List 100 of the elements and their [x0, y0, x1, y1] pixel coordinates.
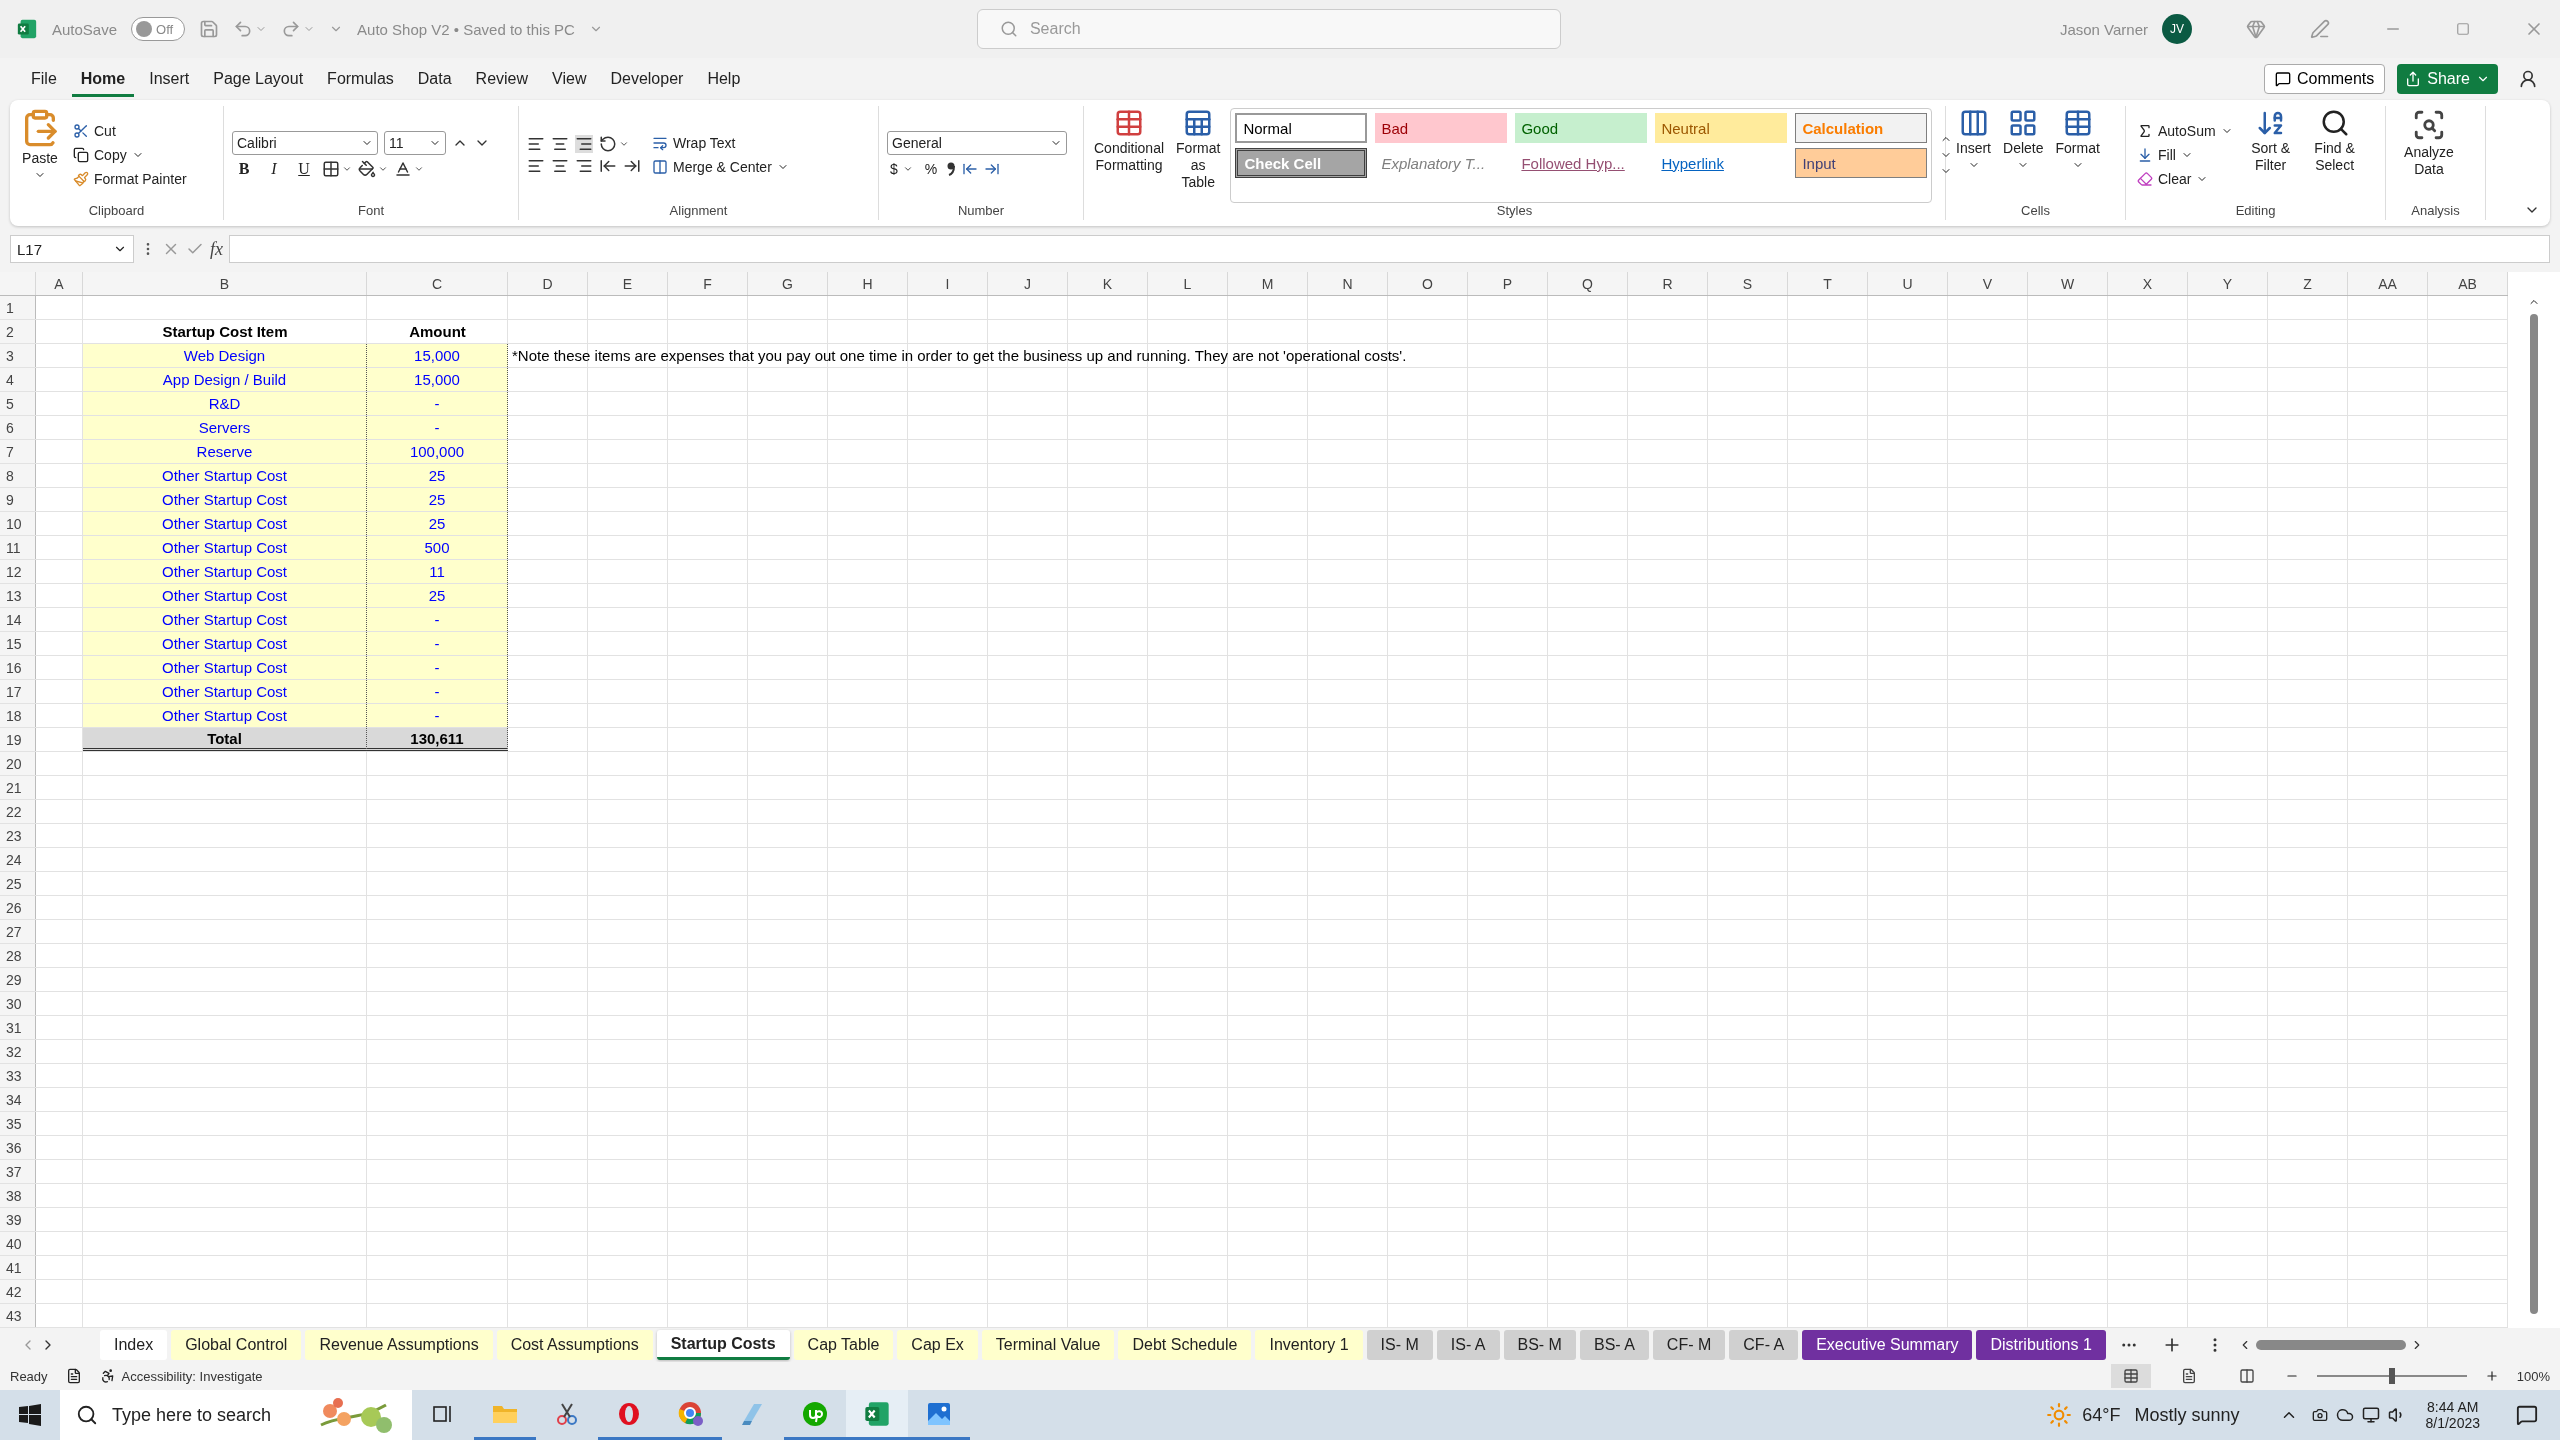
column-header[interactable]: E	[588, 272, 668, 295]
sheet-tab[interactable]: Debt Schedule	[1118, 1330, 1252, 1360]
ribbon-tab[interactable]: Insert	[140, 61, 199, 97]
clock[interactable]: 8:44 AM 8/1/2023	[2405, 1399, 2500, 1431]
column-header[interactable]: G	[748, 272, 828, 295]
zoom-slider-thumb[interactable]	[2388, 1368, 2395, 1384]
sheet-tab[interactable]: Distributions 1	[1976, 1330, 2106, 1360]
sheet-tab[interactable]: BS- M	[1503, 1330, 1576, 1360]
bold-button[interactable]: B	[232, 158, 256, 179]
sheet-tab[interactable]: Cost Assumptions	[496, 1330, 653, 1360]
number-format-dropdown[interactable]: General	[887, 130, 1067, 155]
column-header[interactable]: Q	[1548, 272, 1628, 295]
sheet-tab[interactable]: CF- A	[1729, 1330, 1799, 1360]
cells-button[interactable]: Format	[2053, 106, 2102, 203]
column-header[interactable]: H	[828, 272, 908, 295]
ribbon-tab[interactable]: Formulas	[318, 61, 403, 97]
copy-button[interactable]: Copy	[70, 144, 190, 165]
person-icon[interactable]	[2518, 69, 2538, 89]
cell-style-option[interactable]: Good	[1515, 113, 1648, 143]
windows-logo-icon[interactable]	[19, 1404, 41, 1426]
ribbon-tab[interactable]: View	[543, 61, 596, 97]
column-header[interactable]: N	[1308, 272, 1388, 295]
cell-style-option[interactable]: Input	[1795, 148, 1928, 178]
column-header[interactable]: W	[2028, 272, 2108, 295]
cells-button[interactable]: Delete	[2001, 106, 2046, 203]
format-painter-button[interactable]: Format Painter	[70, 168, 190, 189]
fill-color-icon[interactable]	[358, 159, 376, 178]
zoom-level[interactable]: 100%	[2516, 1368, 2550, 1384]
vertical-scrollbar[interactable]	[2530, 314, 2538, 1314]
percent-button[interactable]: %	[921, 158, 941, 179]
column-header[interactable]: U	[1868, 272, 1948, 295]
column-header[interactable]: T	[1788, 272, 1868, 295]
insert-function-button[interactable]: fx	[210, 238, 223, 260]
name-box[interactable]: L17	[10, 235, 134, 263]
column-header[interactable]: M	[1228, 272, 1308, 295]
wrap-text-button[interactable]: Wrap Text	[649, 132, 792, 153]
sheet-tab[interactable]: Revenue Assumptions	[305, 1330, 493, 1360]
ribbon-tab[interactable]: Home	[71, 61, 135, 97]
column-header[interactable]: V	[1948, 272, 2028, 295]
sheet-tab[interactable]: IS- M	[1366, 1330, 1433, 1360]
format-as-table-button[interactable]: Format as Table	[1174, 106, 1223, 203]
ribbon-tab[interactable]: Review	[466, 61, 538, 97]
column-header[interactable]: P	[1468, 272, 1548, 295]
notifications-icon[interactable]	[2516, 1404, 2538, 1426]
merge-center-button[interactable]: Merge & Center	[649, 156, 792, 177]
autosave-toggle[interactable]: Off	[131, 17, 186, 41]
sheet-tab[interactable]: Global Control	[171, 1330, 302, 1360]
ribbon-tab[interactable]: Help	[698, 61, 750, 97]
ribbon-tab[interactable]: File	[22, 61, 66, 97]
sheet-tab[interactable]: Startup Costs	[656, 1330, 790, 1360]
camera-icon[interactable]	[2311, 1407, 2328, 1423]
borders-icon[interactable]	[322, 159, 340, 178]
formula-input-field[interactable]	[229, 235, 2550, 263]
sheet-tab[interactable]: Executive Summary	[1802, 1330, 1973, 1360]
accessibility-status[interactable]: Accessibility: Investigate	[121, 1368, 263, 1384]
column-header[interactable]: D	[508, 272, 588, 295]
sheet-tab[interactable]: Inventory 1	[1255, 1330, 1363, 1360]
orientation-icon[interactable]	[599, 134, 617, 153]
sheet-tab[interactable]: IS- A	[1436, 1330, 1500, 1360]
column-header[interactable]: C	[367, 272, 508, 295]
font-size-dropdown[interactable]: 11	[384, 130, 446, 155]
taskbar-search-field[interactable]: Type here to search	[60, 1390, 412, 1440]
share-button[interactable]: Share	[2397, 64, 2498, 94]
cells-button[interactable]: Insert	[1954, 106, 1993, 203]
column-header[interactable]: S	[1708, 272, 1788, 295]
view-button[interactable]	[2110, 1364, 2151, 1388]
column-header[interactable]: A	[36, 272, 83, 295]
find-select-button[interactable]: Find & Select	[2305, 106, 2364, 203]
cut-button[interactable]: Cut	[70, 120, 190, 141]
font-color-icon[interactable]	[394, 159, 412, 178]
column-header[interactable]: Z	[2268, 272, 2348, 295]
ribbon-tab[interactable]: Data	[408, 61, 461, 97]
column-header[interactable]: AA	[2348, 272, 2428, 295]
ribbon-tab[interactable]: Page Layout	[204, 61, 313, 97]
network-icon[interactable]	[2361, 1406, 2380, 1424]
cell-style-option[interactable]: Normal	[1235, 113, 1368, 143]
clear-button[interactable]: Clear	[2134, 168, 2236, 189]
bottom-align-icon[interactable]	[575, 134, 593, 153]
horizontal-scrollbar[interactable]	[2255, 1340, 2406, 1350]
sheet-tab[interactable]: CF- M	[1652, 1330, 1726, 1360]
autosum-button[interactable]: AutoSum	[2134, 120, 2236, 141]
column-header[interactable]: K	[1068, 272, 1148, 295]
column-header[interactable]: F	[668, 272, 748, 295]
cell-style-option[interactable]: Neutral	[1655, 113, 1788, 143]
zoom-in-icon[interactable]	[2484, 1369, 2499, 1383]
column-header[interactable]: X	[2108, 272, 2188, 295]
column-header[interactable]: L	[1148, 272, 1228, 295]
fill-button[interactable]: Fill	[2134, 144, 2236, 165]
italic-button[interactable]: I	[262, 158, 286, 179]
column-header[interactable]: R	[1628, 272, 1708, 295]
sheet-tab[interactable]: Index	[100, 1330, 168, 1360]
comma-style-icon[interactable]	[946, 160, 957, 177]
sheet-tab[interactable]: BS- A	[1579, 1330, 1649, 1360]
currency-button[interactable]: $	[887, 158, 916, 179]
underline-button[interactable]: U	[292, 158, 316, 179]
cloud-icon[interactable]	[2335, 1406, 2354, 1424]
column-header[interactable]: I	[908, 272, 988, 295]
column-header[interactable]: Y	[2188, 272, 2268, 295]
font-name-dropdown[interactable]: Calibri	[232, 130, 378, 155]
sheet-tab[interactable]: Cap Ex	[897, 1330, 978, 1360]
